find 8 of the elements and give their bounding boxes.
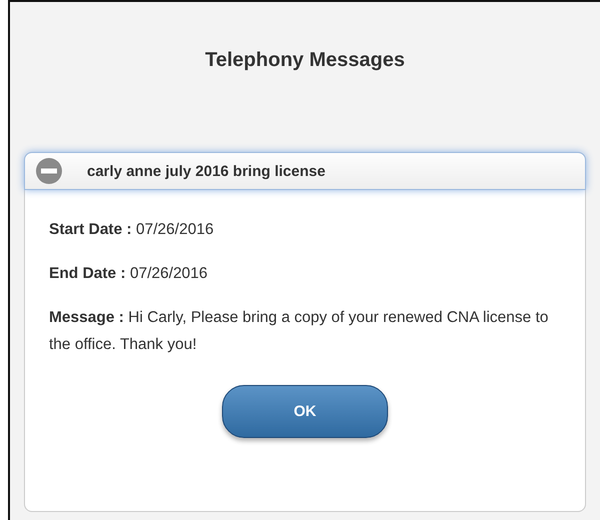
message-field: Start Date : 07/26/2016 <box>49 216 561 243</box>
minus-icon[interactable] <box>35 157 63 185</box>
ok-button[interactable]: OK <box>222 385 388 438</box>
dialog-title: Telephony Messages <box>205 48 405 73</box>
message-field: End Date : 07/26/2016 <box>49 260 561 287</box>
message-header[interactable]: carly anne july 2016 bring license <box>24 152 586 190</box>
message-field: Message : Hi Carly, Please bring a copy of your renewed CNA license to the office. Thank you! <box>49 304 561 358</box>
message-subject: carly anne july 2016 bring license <box>87 162 326 180</box>
